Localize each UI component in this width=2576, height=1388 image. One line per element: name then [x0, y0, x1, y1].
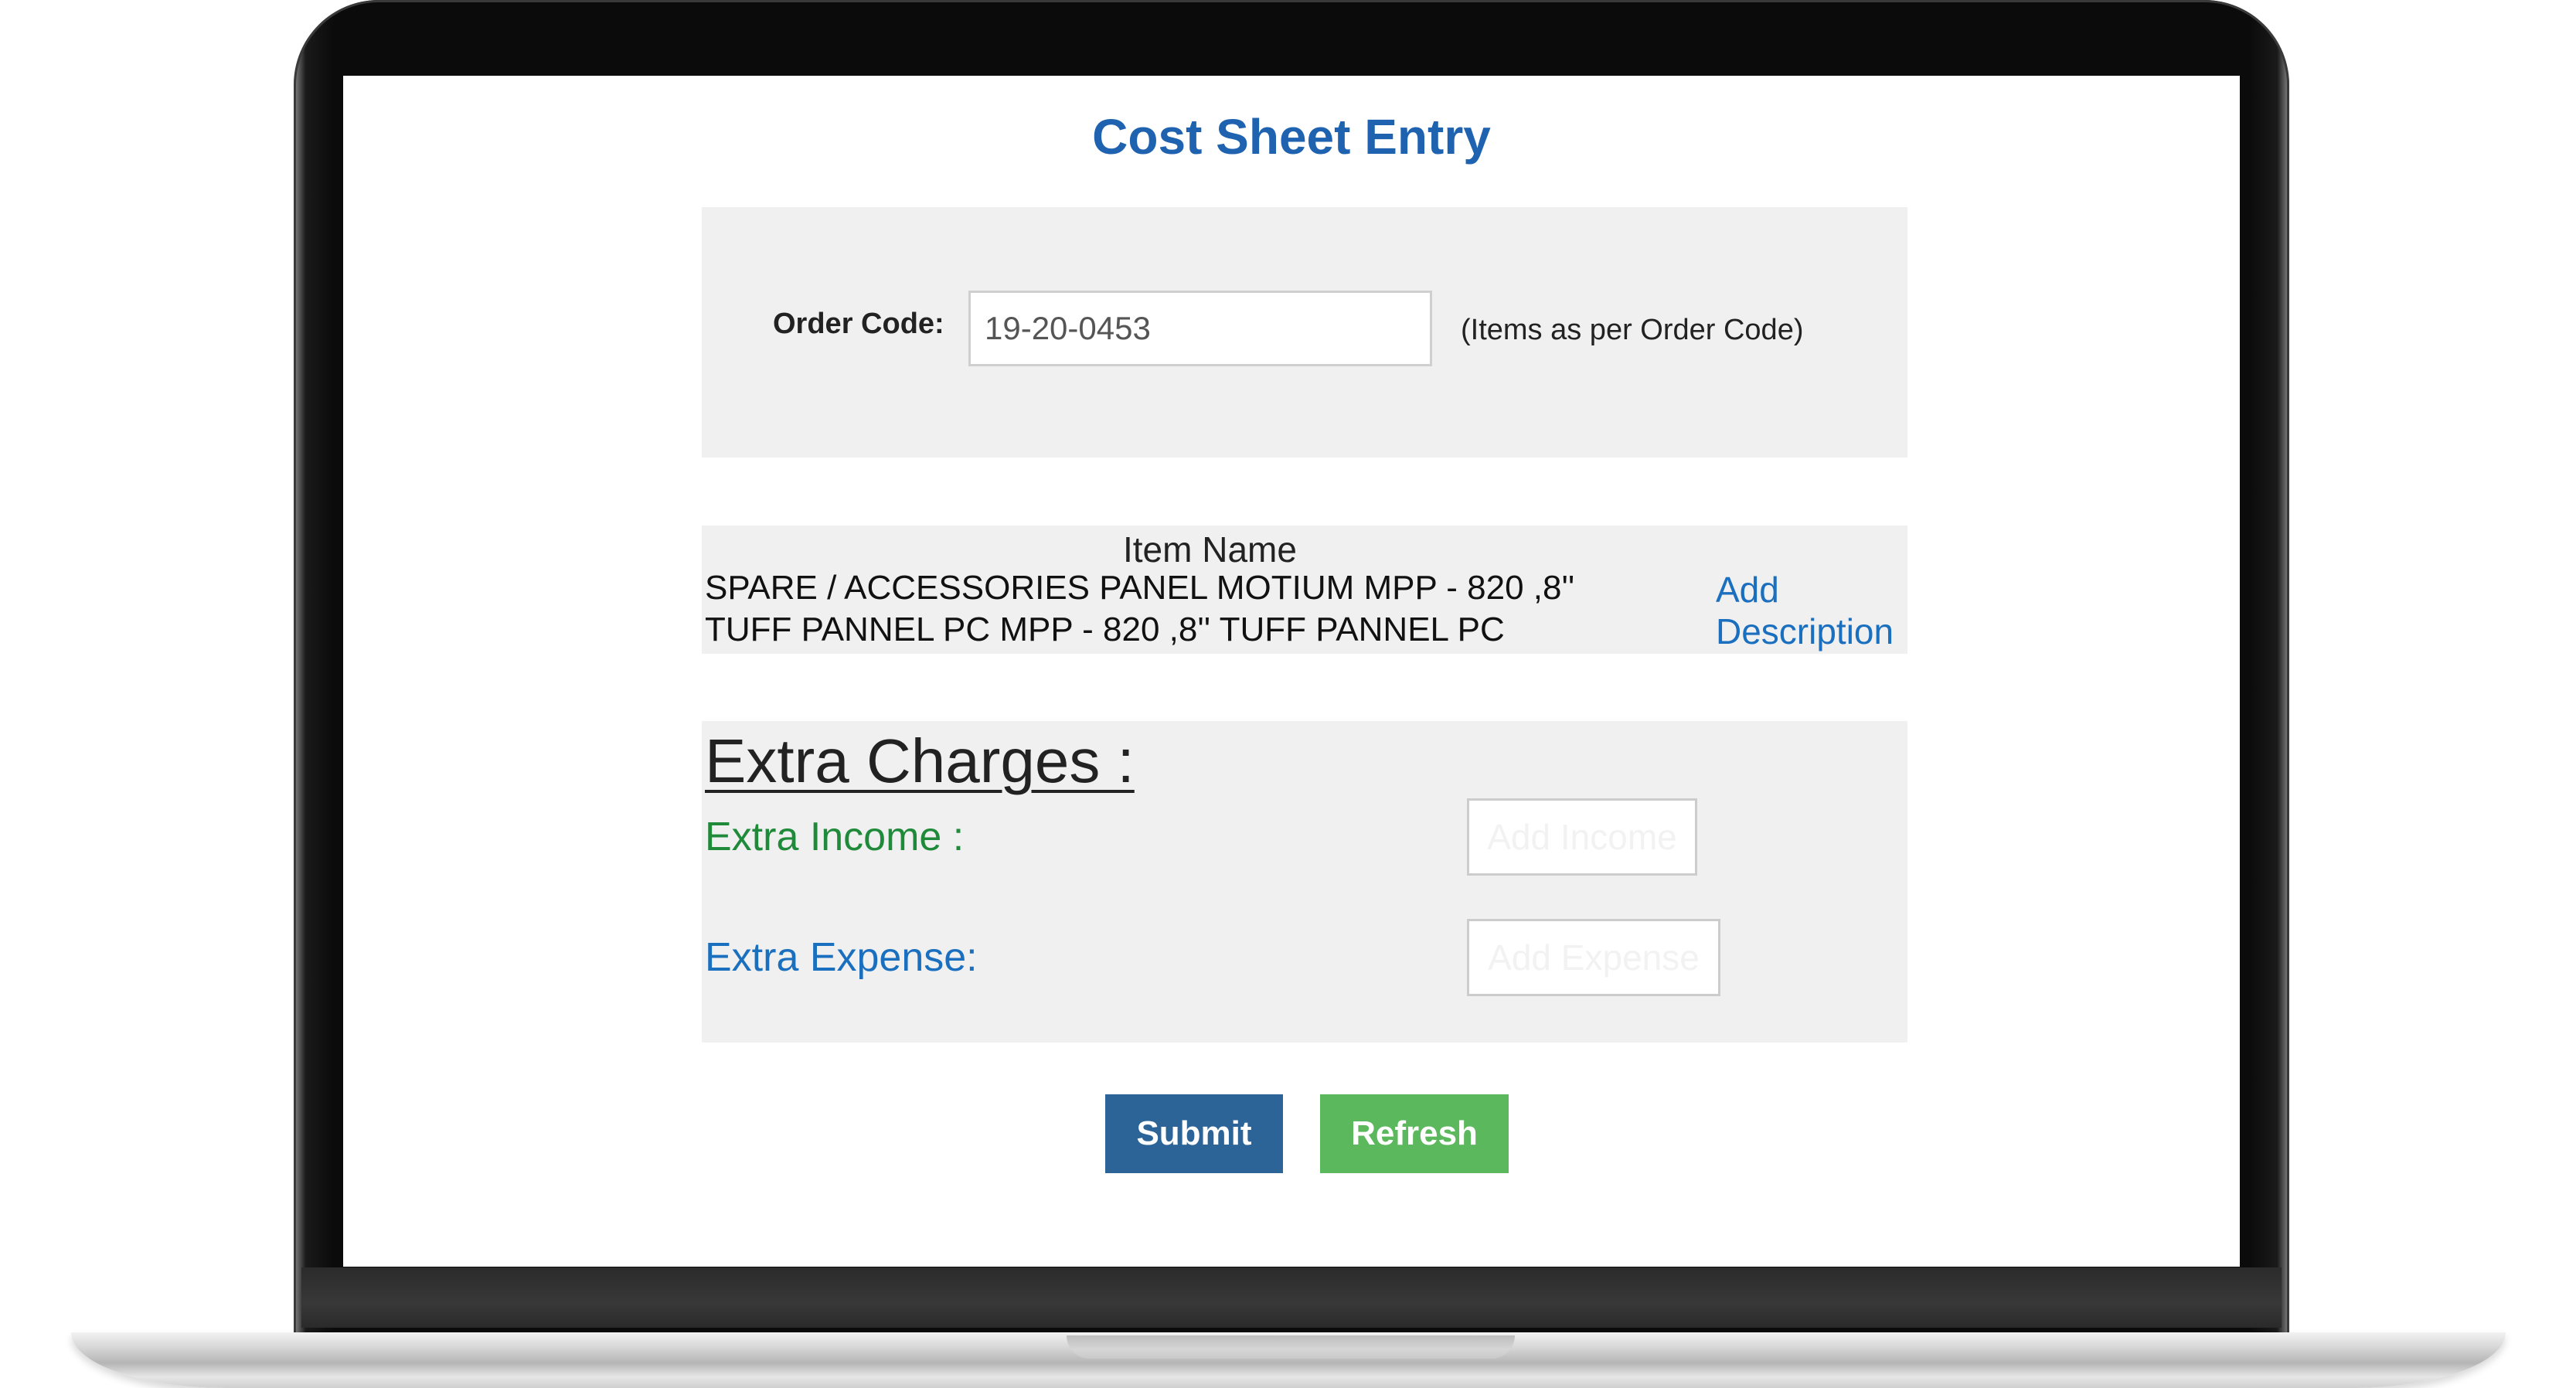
laptop-mockup: Cost Sheet Entry Order Code: (Items as p… [0, 0, 2576, 1388]
laptop-bezel-bottom [301, 1267, 2282, 1328]
page-title: Cost Sheet Entry [1092, 109, 1491, 165]
submit-button[interactable]: Submit [1105, 1094, 1283, 1173]
order-code-panel: Order Code: (Items as per Order Code) [702, 207, 1907, 458]
order-code-label: Order Code: [773, 308, 944, 340]
add-description-link[interactable]: Add Description [1716, 569, 1917, 652]
refresh-button[interactable]: Refresh [1320, 1094, 1509, 1173]
item-name-line: TUFF PANNEL PC MPP - 820 ,8'' TUFF PANNE… [705, 611, 1505, 648]
laptop-base-notch [1067, 1335, 1515, 1359]
add-expense-button[interactable]: Add Expense [1467, 919, 1720, 996]
extra-income-label: Extra Income : [705, 815, 965, 859]
add-income-button[interactable]: Add Income [1467, 798, 1697, 876]
item-name-line: SPARE / ACCESSORIES PANEL MOTIUM MPP - 8… [705, 569, 1575, 607]
extra-charges-heading: Extra Charges : [705, 726, 1135, 795]
extra-charges-panel: Extra Charges : Extra Income : Add Incom… [702, 721, 1907, 1043]
item-name-header: Item Name [1123, 529, 1297, 570]
order-code-hint: (Items as per Order Code) [1461, 314, 1804, 346]
laptop-screen: Cost Sheet Entry Order Code: (Items as p… [343, 76, 2240, 1267]
order-code-input[interactable] [968, 291, 1432, 366]
extra-expense-label: Extra Expense: [705, 935, 978, 980]
item-list-panel: Item Name SPARE / ACCESSORIES PANEL MOTI… [702, 526, 1907, 654]
